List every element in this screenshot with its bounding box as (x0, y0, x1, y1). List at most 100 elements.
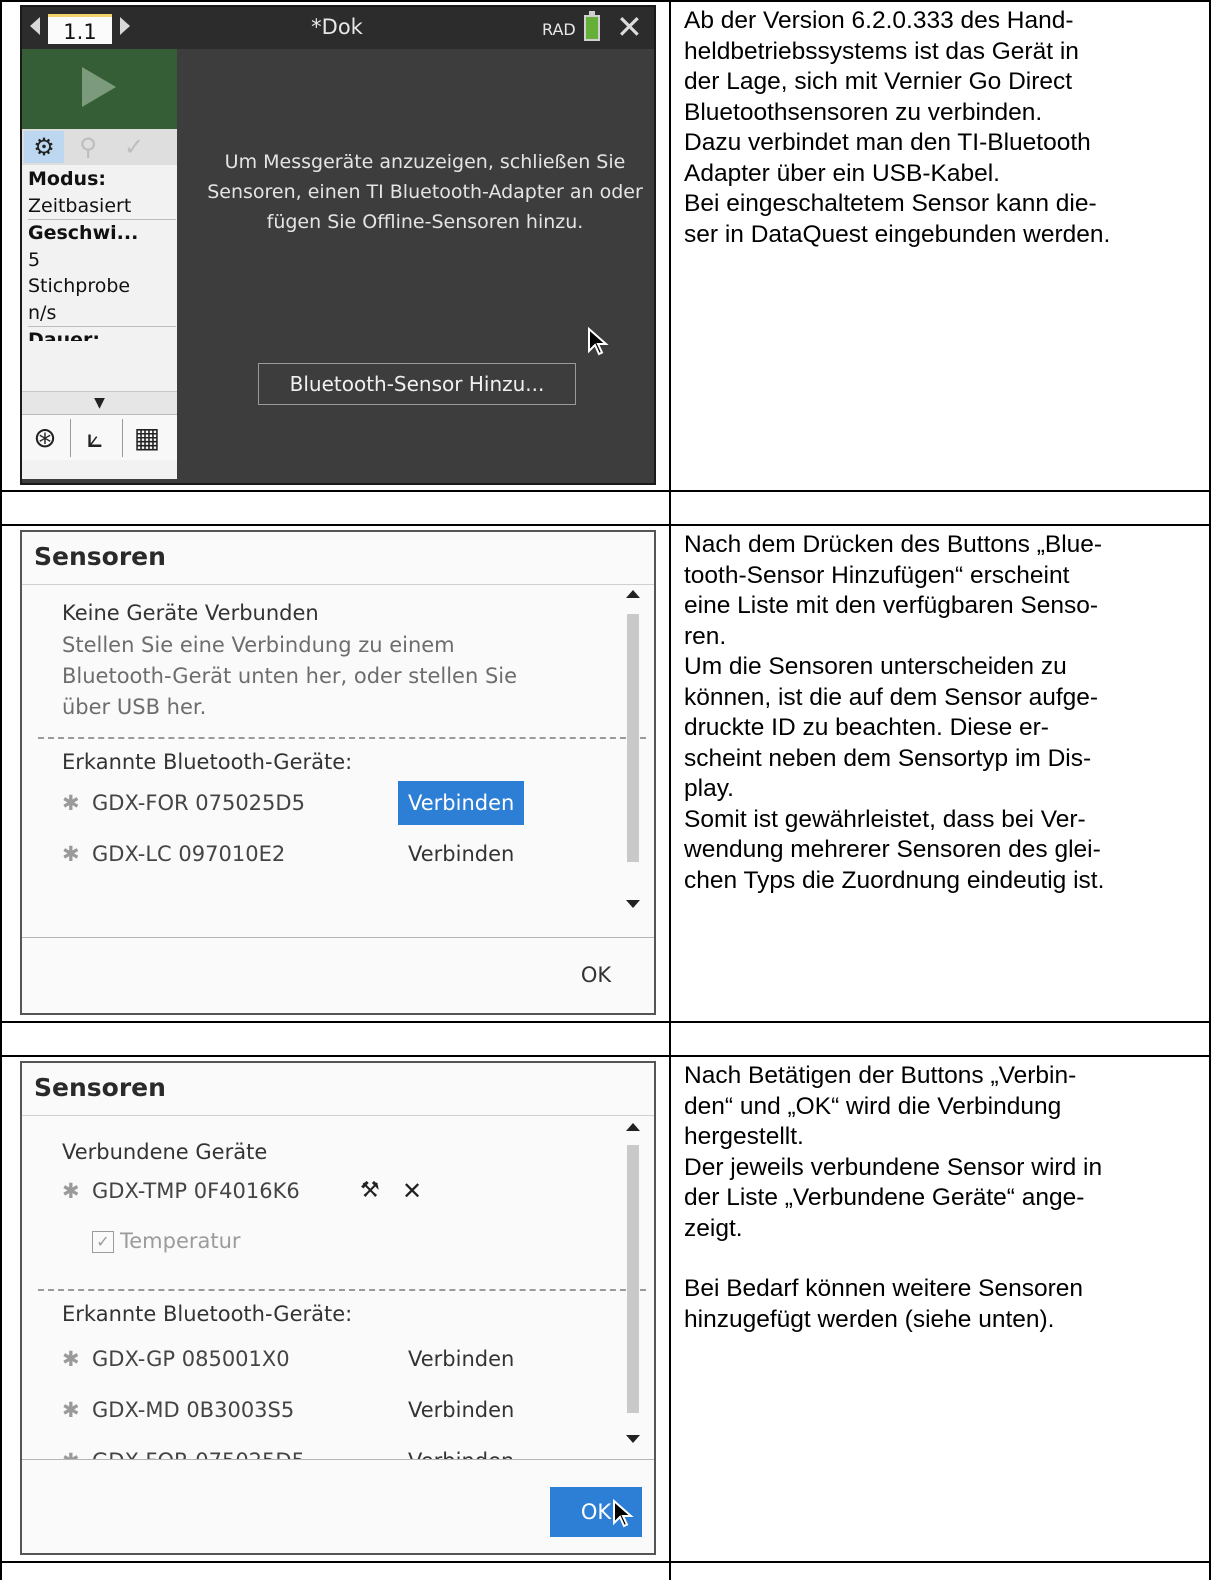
hint-line: über USB her. (62, 695, 207, 719)
mouse-cursor-icon (588, 327, 609, 356)
connect-button[interactable]: Verbinden (398, 1337, 524, 1381)
text-line: Bei eingeschaltetem Sensor kann die- (684, 190, 1097, 217)
next-page-arrow-icon[interactable] (120, 17, 130, 35)
divider (70, 419, 71, 457)
disconnect-icon[interactable]: ✕ (402, 1168, 422, 1214)
text-line: play. (684, 775, 734, 802)
no-sensor-message: Um Messgeräte anzuzeigen, schließen Sie … (207, 151, 643, 233)
text-line: hinzugefügt werden (siehe unten). (684, 1305, 1055, 1333)
dashed-divider (38, 1289, 646, 1291)
text-line: wendung mehrerer Sensoren des glei- (684, 836, 1101, 863)
device-name: GDX-FOR 075025D5 (92, 791, 305, 815)
scroll-down-icon[interactable] (626, 1435, 640, 1443)
detected-devices-heading: Erkannte Bluetooth-Geräte: (62, 1302, 353, 1326)
list-item: ✱GDX-FOR 075025D5 Verbinden (62, 780, 622, 831)
start-collection-button[interactable] (22, 49, 177, 129)
bluetooth-icon: ✱ (62, 1179, 80, 1203)
connect-button[interactable]: Verbinden (398, 781, 525, 825)
dialog-content: Verbundene Geräte ✱ GDX-TMP 0F4016K6 ⚒ ✕ … (38, 1137, 646, 1460)
text-line: der Lage, sich mit Vernier Go Direct (684, 68, 1073, 95)
connect-button[interactable]: Verbinden (398, 832, 524, 876)
text-line: ren. (684, 622, 727, 650)
dialog-title: Sensoren (34, 542, 166, 571)
play-icon (82, 67, 116, 107)
battery-icon (584, 11, 600, 41)
table-border-top (0, 0, 1211, 2)
list-item: ✱ GDX-TMP 0F4016K6 ⚒ ✕ (62, 1168, 622, 1219)
duration-label: Dauer: (28, 326, 176, 341)
text-line: Nach Betätigen der Buttons „Verbin- (684, 1062, 1077, 1089)
table-view-icon[interactable]: ▦ (130, 421, 164, 455)
scroll-down-icon[interactable] (626, 900, 640, 908)
calculator-title-bar: 1.1 *Dok RAD ✕ (22, 7, 654, 49)
page-tab[interactable]: 1.1 (48, 14, 112, 44)
channel-checkbox[interactable]: ✓ (92, 1231, 114, 1253)
close-icon[interactable]: ✕ (616, 9, 643, 45)
text-line: zeigt. (684, 1214, 743, 1242)
channel-row: ✓ Temperatur (62, 1219, 622, 1263)
scroll-thumb[interactable] (627, 1145, 639, 1413)
divider (22, 584, 654, 585)
bluetooth-icon: ✱ (62, 1347, 80, 1371)
marker-icon[interactable]: ⚲ (68, 131, 108, 163)
list-item: ✱ GDX-GP 085001X0 Verbinden (62, 1336, 622, 1387)
divider (122, 419, 123, 457)
device-name: GDX-MD 0B3003S5 (92, 1398, 295, 1422)
check-icon[interactable]: ✓ (114, 131, 154, 163)
text-line: den“ und „OK“ wird die Verbindung (684, 1092, 1062, 1120)
graph-view-icon[interactable]: ⟀ (78, 421, 112, 455)
mode-value[interactable]: Zeitbasiert (28, 193, 176, 220)
device-name: GDX-LC 097010E2 (92, 842, 286, 866)
text-line: heldbetriebssystems ist das Gerät in (684, 37, 1079, 65)
dialog-content: Keine Geräte Verbunden Stellen Sie eine … (38, 598, 646, 882)
list-item: ✱GDX-FOR 075025D5 Verbinden (62, 1438, 622, 1460)
text-line: eine Liste mit den verfügbaren Senso- (684, 592, 1099, 619)
connected-devices-heading: Verbundene Geräte (62, 1140, 268, 1164)
sensors-dialog-connected: Sensoren Verbundene Geräte ✱ GDX-TMP 0F40… (20, 1061, 656, 1555)
bluetooth-icon: ✱ (62, 1438, 92, 1460)
text-line: Dazu verbindet man den TI-Bluetooth (684, 129, 1091, 156)
description-row-3: Nach Betätigen der Buttons „Verbin- den“… (684, 1061, 1206, 1335)
table-row-divider (0, 1561, 1211, 1563)
scroll-thumb[interactable] (627, 614, 639, 862)
mode-label: Modus: (28, 168, 106, 190)
text-line: Bei Bedarf können weitere Sensoren (684, 1275, 1084, 1302)
wrench-icon[interactable]: ⚒ (360, 1168, 380, 1214)
text-line: der Liste „Verbundene Geräte“ ange- (684, 1184, 1085, 1211)
gear-icon[interactable]: ⚙ (24, 131, 64, 163)
scrollbar[interactable] (626, 1123, 640, 1443)
table-row-divider (0, 490, 1211, 492)
device-name: GDX-TMP 0F4016K6 (92, 1179, 300, 1203)
text-line: chen Typs die Zuordnung eindeutig ist. (684, 866, 1105, 894)
previous-page-arrow-icon[interactable] (30, 17, 40, 35)
connect-button[interactable]: Verbinden (398, 1388, 524, 1432)
text-line: Um die Sensoren unterscheiden zu (684, 653, 1067, 680)
rate-value[interactable]: 5 (28, 247, 176, 274)
scroll-up-icon[interactable] (626, 590, 640, 598)
text-line: ser in DataQuest eingebunden werden. (684, 220, 1111, 248)
bluetooth-icon: ✱ (62, 842, 80, 866)
channel-label: Temperatur (120, 1229, 241, 1253)
description-row-2: Nach dem Drücken des Buttons „Blue- toot… (684, 530, 1206, 896)
meter-view-icon[interactable]: ⊛ (28, 421, 62, 455)
rate-label: Geschwi... (28, 219, 176, 247)
connect-button[interactable]: Verbinden (398, 1439, 524, 1460)
side-toolbar: ⚙ ⚲ ✓ (22, 129, 177, 165)
sensors-dialog-empty: Sensoren Keine Geräte Verbunden Stellen … (20, 530, 656, 1015)
list-item: ✱ GDX-MD 0B3003S5 Verbinden (62, 1387, 622, 1438)
document-title: *Dok (311, 15, 363, 39)
ok-button[interactable]: OK (550, 952, 642, 998)
table-row-divider (0, 524, 1211, 526)
add-bluetooth-sensor-button[interactable]: Bluetooth-Sensor Hinzu... (258, 363, 576, 405)
description-row-1: Ab der Version 6.2.0.333 des Hand- heldb… (684, 6, 1206, 250)
text-line: druckte ID zu beachten. Diese er- (684, 714, 1049, 741)
scroll-down-icon[interactable]: ▼ (22, 391, 177, 414)
mouse-cursor-icon (613, 1499, 634, 1528)
table-border-left (0, 0, 2, 1580)
text-line: scheint neben dem Sensortyp im Dis- (684, 744, 1092, 772)
scroll-up-icon[interactable] (626, 1123, 640, 1131)
settings-list: Modus: Zeitbasiert Geschwi... 5 Stichpro… (28, 166, 176, 341)
scrollbar[interactable] (626, 590, 640, 908)
dashed-divider (38, 737, 646, 739)
